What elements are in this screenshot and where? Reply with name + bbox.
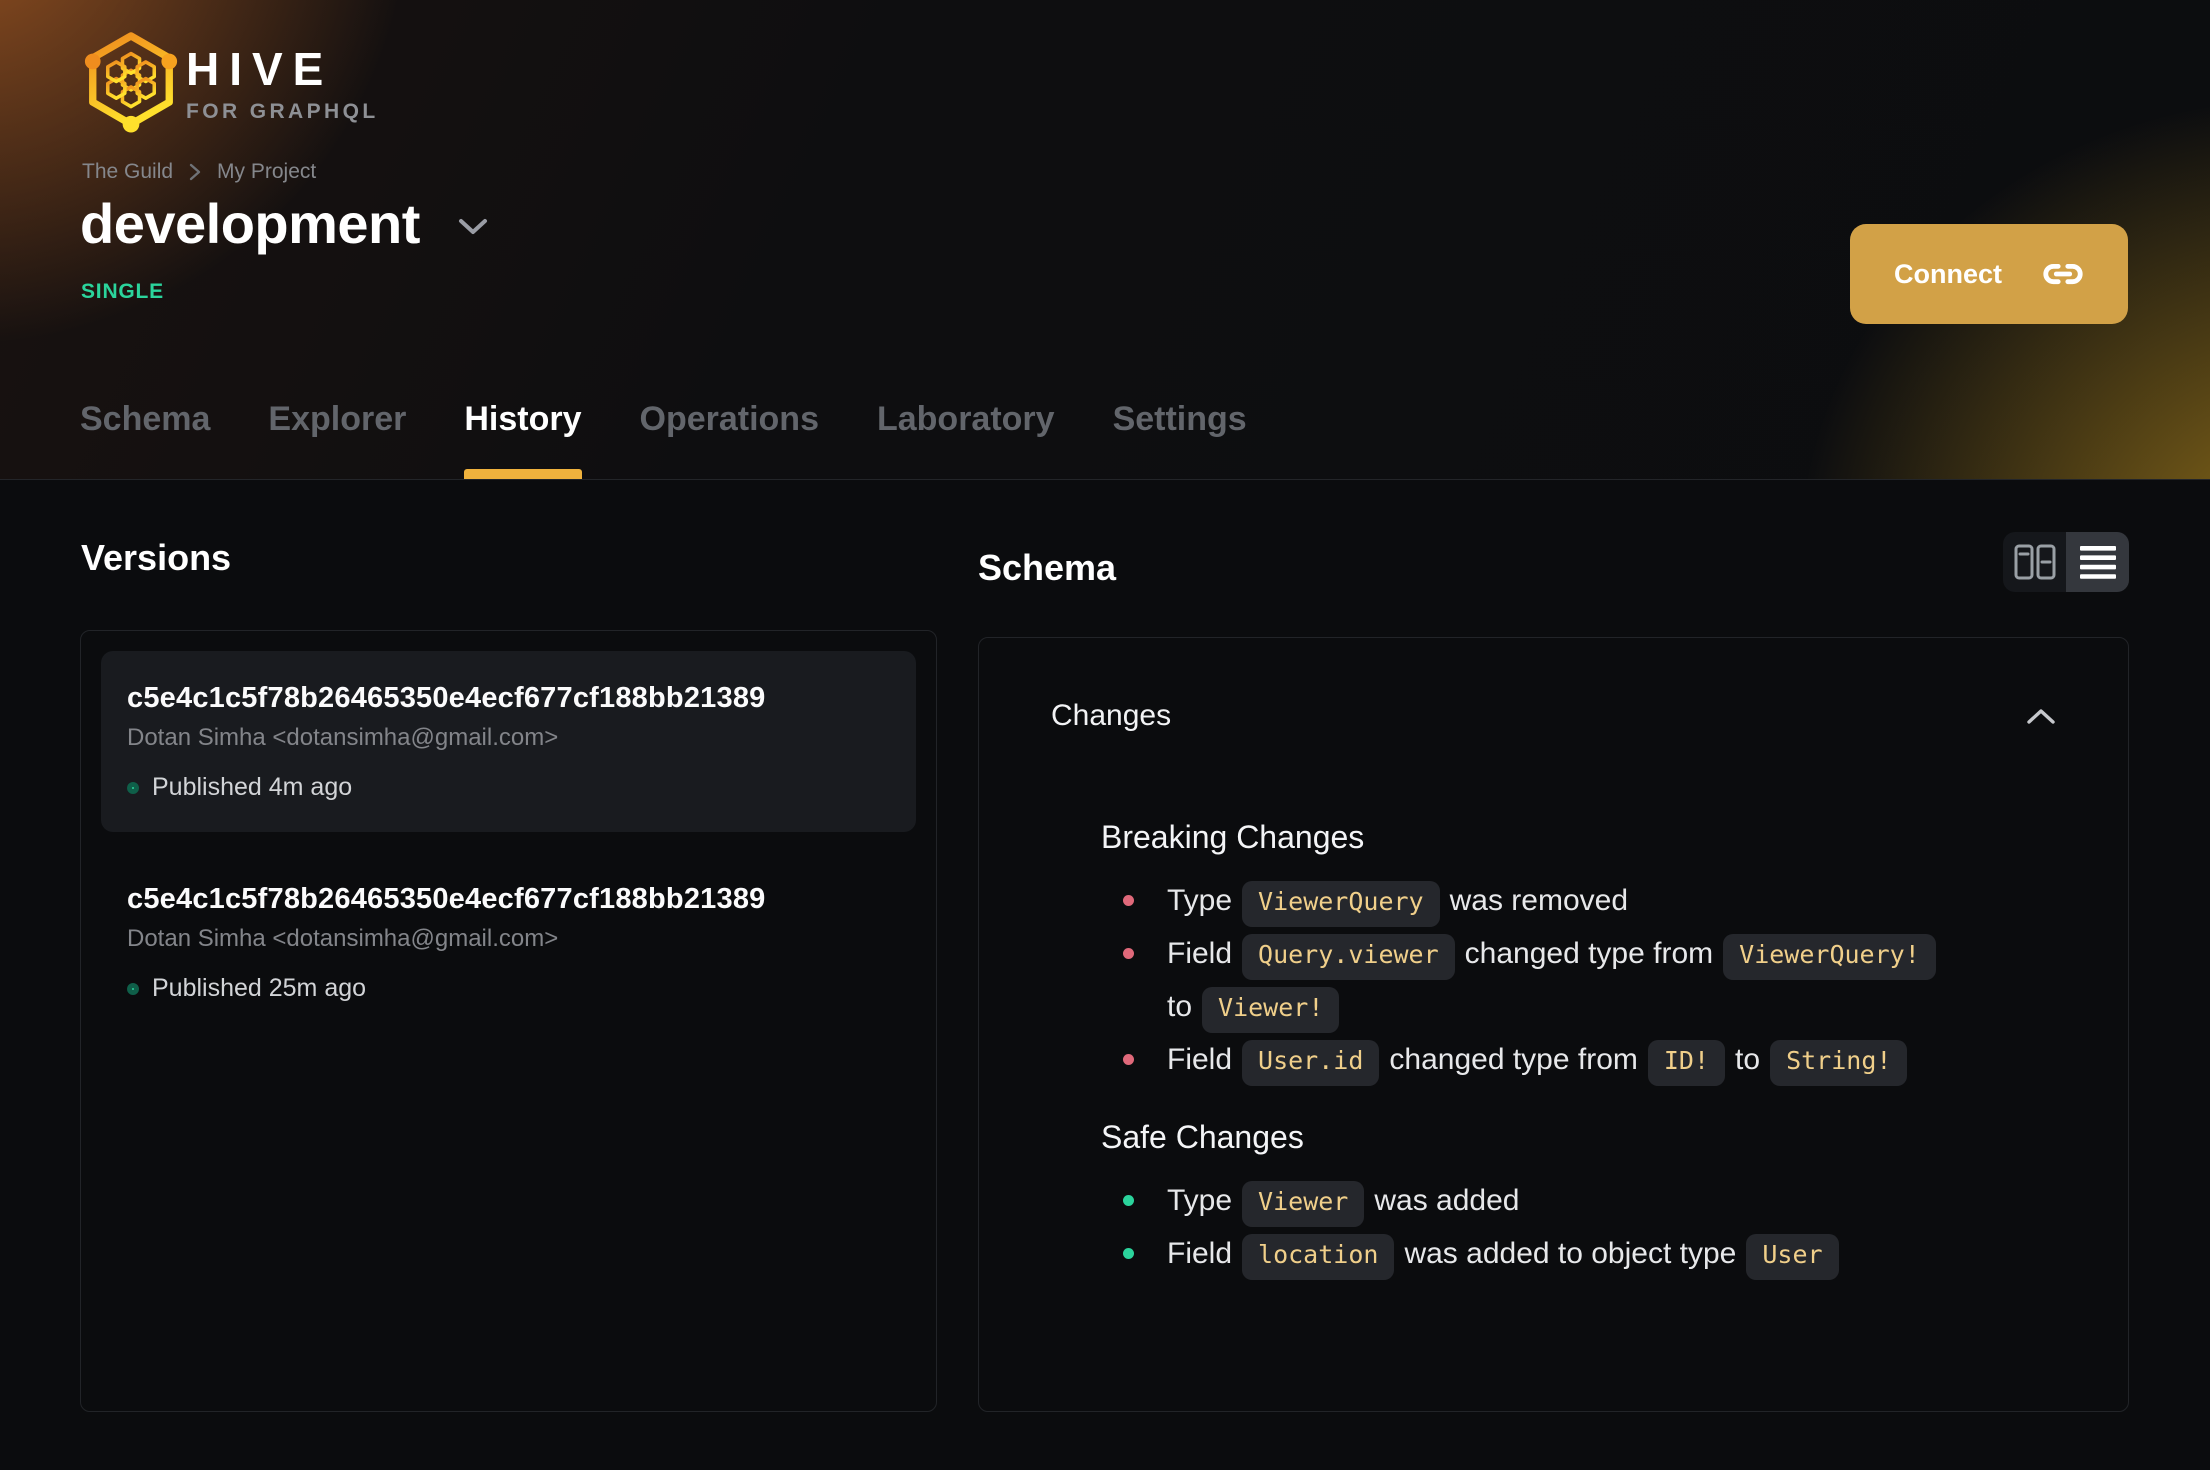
version-status-text: Published 25m ago: [152, 974, 367, 1002]
chevron-right-icon: [189, 163, 201, 181]
version-hash: c5e4c1c5f78b26465350e4ecf677cf188bb21389: [127, 682, 766, 714]
breaking-changes-title: Breaking Changes: [1101, 819, 1365, 855]
breadcrumb-org[interactable]: The Guild: [82, 160, 173, 184]
breadcrumb-project[interactable]: My Project: [217, 160, 316, 184]
change-text: to: [1735, 1043, 1761, 1076]
safe-changes-title: Safe Changes: [1101, 1119, 1304, 1155]
code-chip: ViewerQuery!: [1723, 934, 1936, 980]
code-chip: Query.viewer: [1242, 934, 1455, 980]
safe-changes-list: Type Viewer was added Field location was add…: [1101, 1174, 2056, 1280]
tab-explorer[interactable]: Explorer: [268, 399, 406, 479]
connect-button[interactable]: Connect: [1850, 224, 2128, 324]
change-text: to: [1167, 990, 1193, 1023]
list-view-button[interactable]: [2066, 532, 2129, 592]
code-chip: ViewerQuery: [1242, 881, 1440, 927]
schema-heading: Schema: [978, 547, 1117, 588]
version-status-text: Published 4m ago: [152, 773, 353, 801]
version-card[interactable]: c5e4c1c5f78b26465350e4ecf677cf188bb21389…: [101, 852, 916, 1033]
version-card[interactable]: c5e4c1c5f78b26465350e4ecf677cf188bb21389…: [101, 651, 916, 832]
title-row: development: [80, 192, 488, 256]
changes-collapse-row[interactable]: Changes: [1051, 700, 2056, 732]
changes-label: Changes: [1051, 699, 1172, 732]
brand-tagline: FOR GRAPHQL: [186, 100, 379, 123]
safe-changes-section: Safe Changes Type Viewer was added Field lo…: [1051, 1116, 2056, 1280]
published-dot-icon: [127, 982, 139, 995]
version-hash: c5e4c1c5f78b26465350e4ecf677cf188bb21389: [127, 883, 766, 915]
change-text: was added: [1374, 1184, 1520, 1217]
change-text: Field: [1167, 1237, 1233, 1270]
code-chip: User.id: [1242, 1040, 1380, 1086]
change-text: changed type from: [1389, 1043, 1638, 1076]
brand-name: HIVE: [186, 43, 334, 95]
version-author: Dotan Simha <dotansimha@gmail.com>: [127, 925, 559, 952]
code-chip: location: [1242, 1234, 1395, 1280]
tab-settings[interactable]: Settings: [1113, 399, 1247, 479]
link-icon: [2040, 251, 2086, 297]
change-text: was removed: [1449, 884, 1629, 917]
change-text: Type: [1167, 1184, 1233, 1217]
versions-list: c5e4c1c5f78b26465350e4ecf677cf188bb21389…: [80, 630, 937, 1412]
change-text: was added to object type: [1404, 1237, 1737, 1270]
change-item: Field User.id changed type from ID! to String…: [1101, 1033, 2056, 1086]
breaking-changes-section: Breaking Changes Type ViewerQuery was remo…: [1051, 816, 2056, 1086]
code-chip: String!: [1770, 1040, 1908, 1086]
change-text: Field: [1167, 937, 1233, 970]
tab-operations[interactable]: Operations: [640, 399, 819, 479]
tab-history[interactable]: History: [464, 399, 582, 479]
breadcrumb: The Guild My Project: [82, 160, 316, 184]
changes-panel: Changes Breaking Changes Type ViewerQuery…: [978, 637, 2129, 1412]
code-chip: ID!: [1647, 1040, 1726, 1086]
code-chip: Viewer: [1242, 1181, 1365, 1227]
change-item: Field location was added to object type Use…: [1101, 1227, 2056, 1280]
chevron-up-icon[interactable]: [2026, 708, 2056, 725]
connect-button-label: Connect: [1894, 258, 2002, 289]
view-toggle: [2003, 532, 2129, 592]
published-dot-icon: [127, 781, 139, 794]
change-text: changed type from: [1464, 937, 1714, 970]
tab-laboratory[interactable]: Laboratory: [877, 399, 1055, 479]
environment-badge: SINGLE: [81, 280, 164, 303]
hive-logo-icon: [84, 32, 178, 133]
versions-heading: Versions: [81, 537, 232, 578]
columns-icon: [2014, 544, 2056, 580]
change-item: Type Viewer was added: [1101, 1174, 2056, 1227]
change-item: Type ViewerQuery was removed: [1101, 874, 2056, 927]
version-status: Published 4m ago: [127, 773, 890, 802]
breaking-changes-list: Type ViewerQuery was removed Field Query.vi…: [1101, 874, 2056, 1086]
code-chip: Viewer!: [1202, 987, 1340, 1033]
schema-header: Schema: [978, 532, 2129, 592]
code-chip: User: [1746, 1234, 1839, 1280]
tab-bar: Schema Explorer History Operations Labor…: [80, 399, 1247, 479]
list-icon: [2079, 545, 2116, 579]
page-title: development: [80, 192, 420, 255]
version-status: Published 25m ago: [127, 974, 890, 1003]
main-content: Versions c5e4c1c5f78b26465350e4ecf677cf1…: [0, 480, 2210, 1469]
version-author: Dotan Simha <dotansimha@gmail.com>: [127, 724, 559, 751]
change-item: Field Query.viewer changed type from Viewer…: [1101, 927, 2056, 1033]
diff-view-button[interactable]: [2003, 532, 2066, 592]
page-header: HIVE FOR GRAPHQL The Guild My Project de…: [0, 0, 2210, 480]
brand-text: HIVE FOR GRAPHQL: [186, 46, 379, 124]
change-text: Field: [1167, 1043, 1233, 1076]
chevron-down-icon[interactable]: [458, 218, 488, 241]
tab-schema[interactable]: Schema: [80, 399, 210, 479]
change-text: Type: [1167, 884, 1233, 917]
